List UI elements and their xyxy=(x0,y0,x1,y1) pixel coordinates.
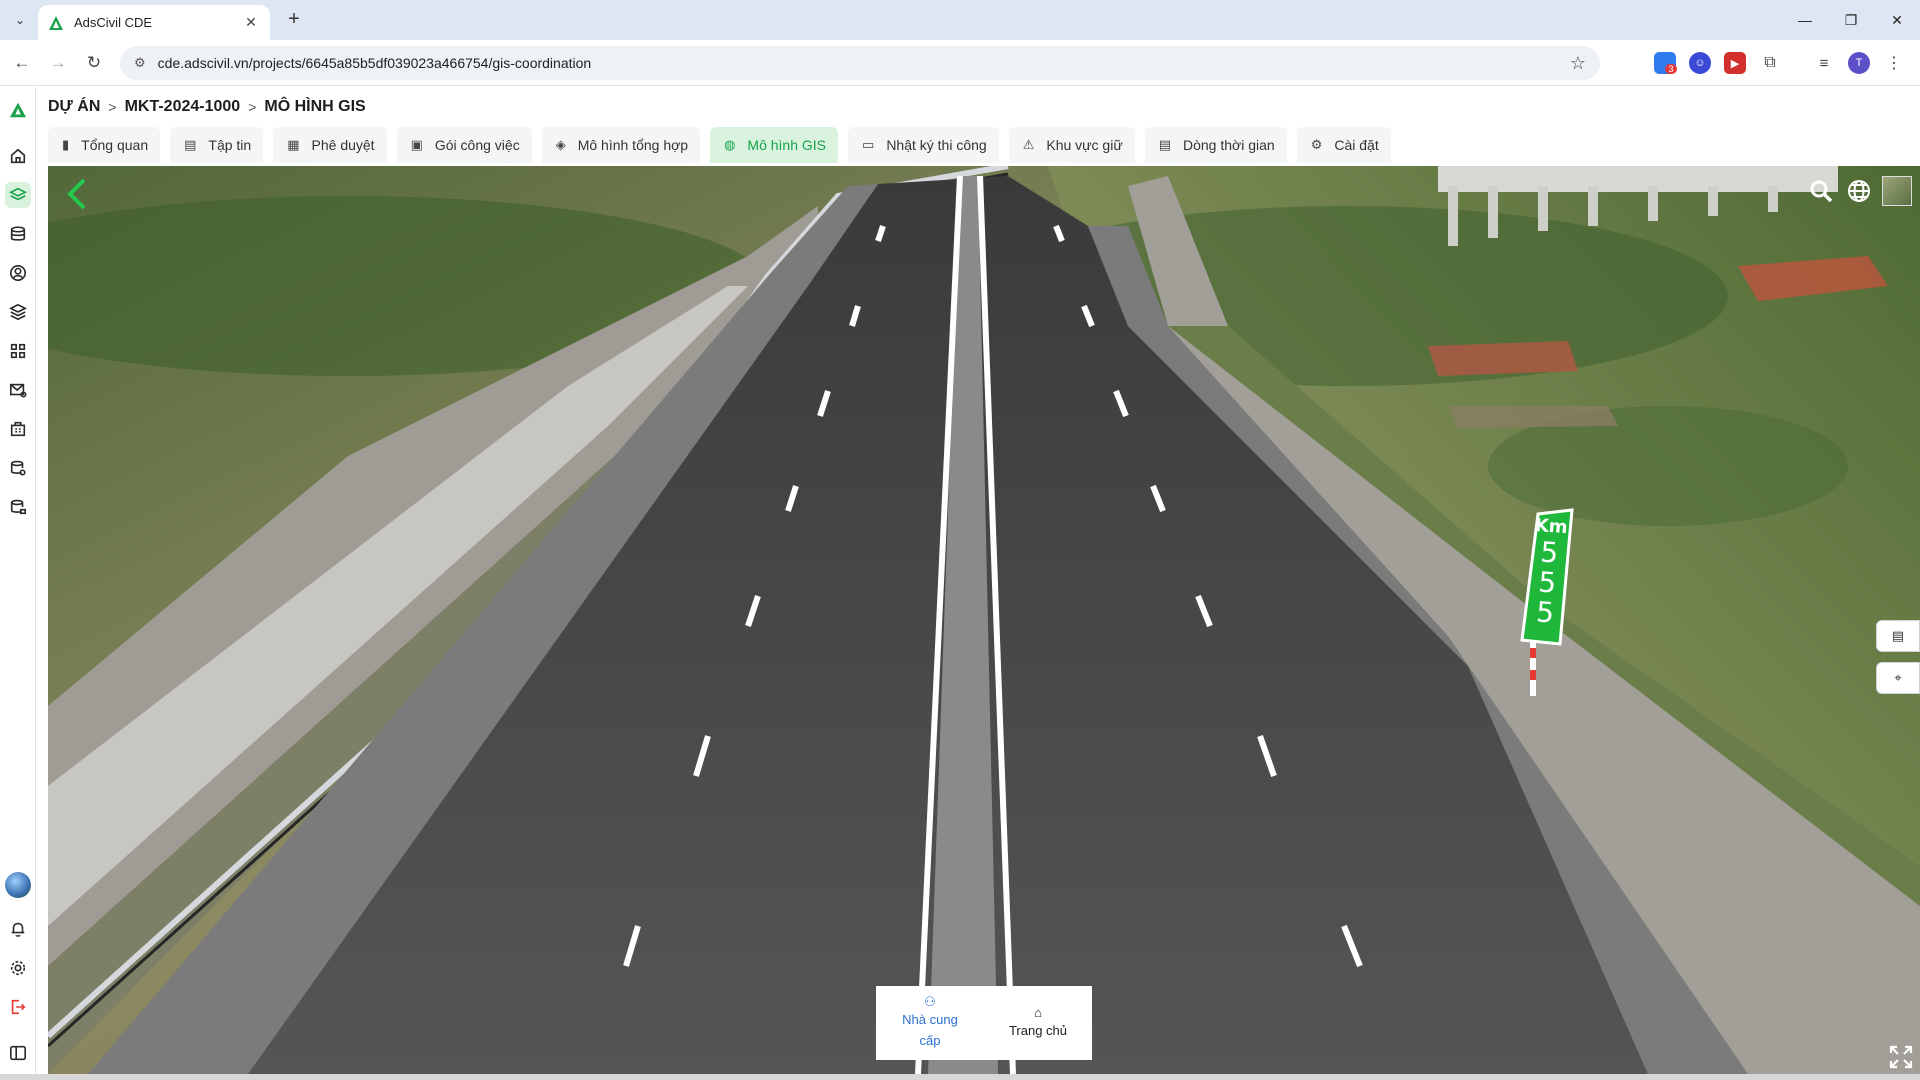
bar-chart-icon: ▮ xyxy=(62,137,70,152)
home-label: Trang chủ xyxy=(1008,1022,1068,1038)
tab-work-packages[interactable]: ▣ Gói công việc xyxy=(396,127,532,163)
log-icon: ▭ xyxy=(862,137,875,152)
tab-hold-areas[interactable]: ⚠ Khu vực giữ xyxy=(1008,127,1135,163)
restore-icon[interactable]: ❐ xyxy=(1828,0,1874,40)
chevron-right-icon: > xyxy=(248,99,257,115)
tab-timeline[interactable]: ▤ Dòng thời gian xyxy=(1144,127,1287,163)
user-avatar[interactable] xyxy=(5,872,31,898)
location-pin-icon[interactable]: ⌖ xyxy=(1876,662,1920,694)
provider-icon: ⚇ xyxy=(924,994,936,1009)
database-settings-icon[interactable] xyxy=(5,455,31,481)
logout-icon[interactable] xyxy=(5,994,31,1020)
breadcrumb: DỰ ÁN > MKT-2024-1000 > MÔ HÌNH GIS xyxy=(48,96,366,118)
file-icon: ▤ xyxy=(184,137,197,152)
app-sidebar xyxy=(0,87,36,1080)
document-tool-icon[interactable]: ▤ xyxy=(1876,620,1920,652)
km-marker-sign: Km 5 5 5 xyxy=(1522,515,1574,630)
chevron-right-icon: > xyxy=(108,99,117,115)
extensions-puzzle-icon[interactable]: ⧉ xyxy=(1759,52,1781,74)
url-text[interactable]: cde.adscivil.vn/projects/6645a85b5df0390… xyxy=(158,55,592,71)
back-icon[interactable]: ← xyxy=(8,50,36,76)
app-logo-icon[interactable] xyxy=(5,97,31,123)
site-info-icon[interactable]: ⚙ xyxy=(134,55,146,71)
tab-files[interactable]: ▤ Tập tin xyxy=(170,127,264,163)
breadcrumb-current: MÔ HÌNH GIS xyxy=(264,98,366,115)
gear-icon: ⚙ xyxy=(1310,137,1323,152)
browser-tab-title: AdsCivil CDE xyxy=(74,15,153,30)
warning-icon: ⚠ xyxy=(1022,137,1035,152)
sidebar-toggle-icon[interactable] xyxy=(5,1040,31,1066)
timeline-icon: ▤ xyxy=(1158,137,1171,152)
package-icon: ▣ xyxy=(410,137,423,152)
home-nav-item[interactable]: ⌂ Trang chủ xyxy=(984,986,1092,1060)
globe-icon: ◍ xyxy=(724,137,736,152)
model-icon: ◈ xyxy=(555,137,566,152)
building-icon[interactable] xyxy=(5,416,31,442)
bell-icon[interactable] xyxy=(5,916,31,942)
browser-tab[interactable]: AdsCivil CDE ✕ xyxy=(38,5,270,40)
tab-search-chevron-icon[interactable]: ⌄ xyxy=(8,8,32,32)
close-window-icon[interactable]: ✕ xyxy=(1874,0,1920,40)
grid-icon[interactable] xyxy=(5,338,31,364)
layers-icon[interactable] xyxy=(5,182,31,208)
profile-avatar[interactable]: T xyxy=(1848,52,1870,74)
road-scene xyxy=(48,166,1920,1074)
breadcrumb-root[interactable]: DỰ ÁN xyxy=(48,98,100,116)
tab-gis-model[interactable]: ◍ Mô hình GIS xyxy=(710,127,839,163)
km-sign-digit: 5 xyxy=(1535,595,1556,630)
base-layer-picker-icon[interactable] xyxy=(1882,176,1912,206)
mail-settings-icon[interactable] xyxy=(5,377,31,403)
home-nav-icon: ⌂ xyxy=(1034,1004,1042,1020)
reload-icon[interactable]: ↻ xyxy=(80,50,108,76)
tab-federated-model[interactable]: ◈ Mô hình tổng hợp xyxy=(541,127,701,163)
tab-settings[interactable]: ⚙ Cài đặt xyxy=(1296,127,1391,163)
extension-video-icon[interactable]: ▶ xyxy=(1724,52,1746,74)
extension-badge-count: 3 xyxy=(1665,64,1677,74)
provider-nav-item[interactable]: ⚇ Nhà cung cấp xyxy=(876,986,984,1060)
extension-badge-icon[interactable]: 3 xyxy=(1654,52,1677,74)
globe-view-icon[interactable] xyxy=(1844,176,1874,206)
bookmark-star-icon[interactable]: ☆ xyxy=(1570,53,1586,74)
gis-3d-viewer[interactable]: Km 5 5 5 ▤ ⌖ ⚇ Nhà cung cấp ⌂ Trang chủ xyxy=(48,166,1920,1074)
extension-face-icon[interactable]: ☺ xyxy=(1689,52,1711,74)
adscivil-logo-icon xyxy=(49,15,63,30)
minimize-icon[interactable]: — xyxy=(1782,0,1828,40)
forward-icon[interactable]: → xyxy=(44,50,72,76)
database-sync-icon[interactable] xyxy=(5,494,31,520)
km-sign-digit: 5 xyxy=(1537,565,1558,600)
stack-icon[interactable] xyxy=(5,299,31,325)
tab-construction-log[interactable]: ▭ Nhật ký thi công xyxy=(848,127,999,163)
breadcrumb-project[interactable]: MKT-2024-1000 xyxy=(125,98,241,116)
horizontal-scrollbar[interactable] xyxy=(0,1074,1920,1080)
fullscreen-icon[interactable] xyxy=(1888,1044,1914,1070)
bottom-navigation: ⚇ Nhà cung cấp ⌂ Trang chủ xyxy=(876,986,1092,1060)
provider-label: Nhà cung cấp xyxy=(902,1012,958,1048)
reading-list-icon[interactable]: ≡ xyxy=(1813,52,1835,74)
tab-overview[interactable]: ▮ Tổng quan xyxy=(48,127,161,163)
database-icon[interactable] xyxy=(5,221,31,247)
address-bar[interactable]: ⚙ cde.adscivil.vn/projects/6645a85b5df03… xyxy=(120,46,1600,80)
tab-approvals[interactable]: ▦ Phê duyệt xyxy=(273,127,387,163)
tab-close-icon[interactable]: ✕ xyxy=(242,14,260,31)
user-icon[interactable] xyxy=(5,260,31,286)
km-sign-digit: 5 xyxy=(1539,535,1560,570)
home-icon[interactable] xyxy=(5,143,31,169)
project-tabs: ▮ Tổng quan ▤ Tập tin ▦ Phê duyệt ▣ Gói công… xyxy=(48,127,1401,163)
search-icon[interactable] xyxy=(1806,176,1836,206)
settings-gear-icon[interactable] xyxy=(5,955,31,981)
browser-tab-bar: ⌄ AdsCivil CDE ✕ + — ❐ ✕ xyxy=(0,0,1920,40)
new-tab-button[interactable]: + xyxy=(282,8,306,32)
approval-icon: ▦ xyxy=(287,137,300,152)
browser-menu-icon[interactable]: ⋮ xyxy=(1883,52,1905,74)
browser-toolbar: ← → ↻ ⚙ cde.adscivil.vn/projects/6645a85… xyxy=(0,40,1920,86)
back-arrow-icon[interactable] xyxy=(62,174,92,214)
